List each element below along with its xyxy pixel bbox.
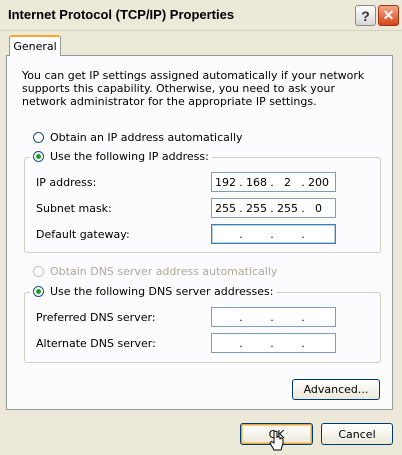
default-gateway-label: Default gateway: (36, 228, 130, 241)
octet-dot: . (239, 310, 243, 324)
default-gateway-field[interactable]: . . . (211, 224, 336, 244)
ip-octet-4: 200 (308, 175, 329, 189)
octet-dot: . (301, 336, 305, 350)
subnet-mask-field[interactable]: 255. 255. 255. 0 (211, 198, 336, 218)
use-following-ip-label: Use the following IP address: (50, 150, 209, 163)
use-following-dns-radio[interactable]: Use the following DNS server addresses: (30, 285, 277, 298)
obtain-ip-auto-label: Obtain an IP address automatically (50, 131, 243, 144)
cancel-button[interactable]: Cancel (321, 423, 393, 445)
octet-dot: . (270, 227, 274, 241)
ip-octet-3: 2 (284, 175, 291, 189)
mask-octet-3: 255 (277, 201, 298, 215)
ip-address-label: IP address: (36, 176, 97, 189)
tab-general-label: General (13, 40, 57, 53)
intro-text: You can get IP settings assigned automat… (22, 69, 365, 108)
use-following-dns-radio-circle[interactable] (33, 286, 44, 297)
octet-dot: . (270, 336, 274, 350)
ip-octet-1: 192 (215, 175, 236, 189)
mask-octet-1: 255 (215, 201, 236, 215)
advanced-button-label: Advanced... (303, 383, 369, 396)
ip-address-field[interactable]: 192. 168. 2. 200 (211, 172, 336, 192)
cancel-button-label: Cancel (338, 427, 376, 441)
mask-octet-4: 0 (315, 201, 322, 215)
octet-dot: . (239, 336, 243, 350)
alternate-dns-field[interactable]: . . . (211, 333, 336, 353)
preferred-dns-label: Preferred DNS server: (36, 311, 156, 324)
close-icon: ✕ (382, 7, 395, 23)
help-icon: ? (361, 7, 370, 24)
use-following-ip-radio[interactable]: Use the following IP address: (30, 150, 212, 163)
obtain-ip-auto-radio[interactable]: Obtain an IP address automatically (33, 131, 243, 144)
preferred-dns-field[interactable]: . . . (211, 307, 336, 327)
octet-dot: . (301, 227, 305, 241)
octet-dot: . (239, 227, 243, 241)
subnet-mask-label: Subnet mask: (36, 202, 112, 215)
use-following-dns-label: Use the following DNS server addresses: (50, 285, 274, 298)
obtain-dns-auto-radio[interactable]: Obtain DNS server address automatically (33, 265, 277, 278)
window-title: Internet Protocol (TCP/IP) Properties (8, 7, 235, 22)
obtain-ip-auto-radio-circle[interactable] (33, 132, 44, 143)
obtain-dns-auto-radio-circle[interactable] (33, 266, 44, 277)
close-button[interactable]: ✕ (378, 5, 399, 26)
help-button[interactable]: ? (355, 5, 376, 26)
octet-dot: . (270, 310, 274, 324)
title-bar[interactable]: Internet Protocol (TCP/IP) Properties ? … (0, 0, 402, 31)
octet-dot: . (301, 310, 305, 324)
use-following-ip-radio-circle[interactable] (33, 151, 44, 162)
mouse-pointer-icon (269, 430, 284, 451)
advanced-button[interactable]: Advanced... (292, 379, 380, 400)
obtain-dns-auto-label: Obtain DNS server address automatically (50, 265, 278, 278)
ip-octet-2: 168 (246, 175, 267, 189)
mask-octet-2: 255 (246, 201, 267, 215)
alternate-dns-label: Alternate DNS server: (36, 337, 156, 350)
tab-general[interactable]: General (9, 35, 61, 56)
